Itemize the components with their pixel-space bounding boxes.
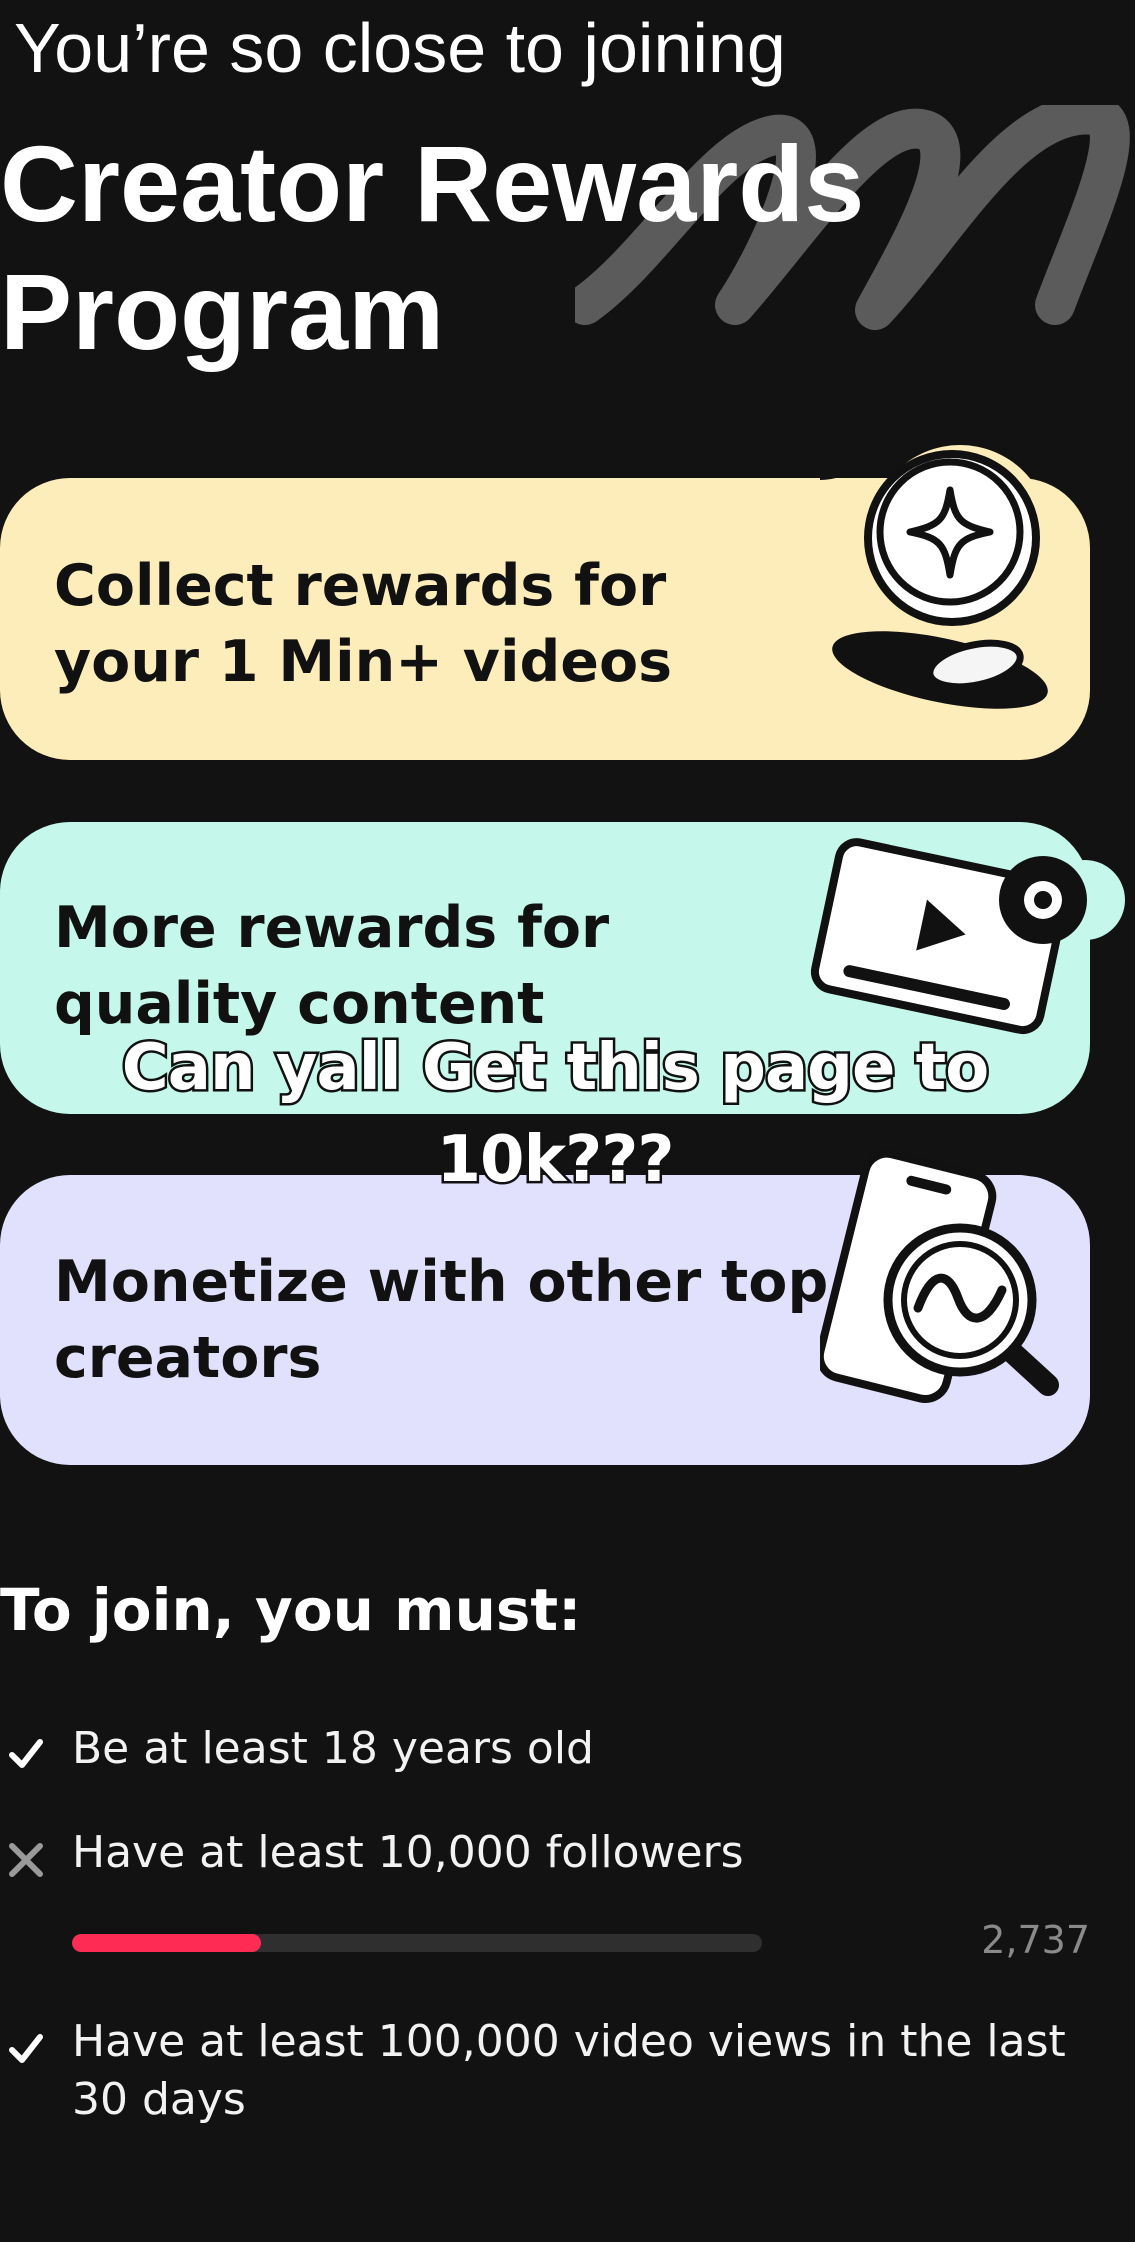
followers-progress-fill: [72, 1934, 261, 1952]
requirement-age-line-1: Be at least 18 years old: [72, 1723, 594, 1774]
requirement-followers: Have at least 10,000 followers: [0, 1824, 1135, 1884]
followers-progress-bar: [72, 1934, 762, 1952]
benefit-card-monetize-line-2: creators: [54, 1325, 322, 1391]
requirement-age-text: Be at least 18 years old: [72, 1720, 594, 1778]
benefit-card-rewards-text: Collect rewards for your 1 Min+ videos: [54, 548, 672, 700]
check-icon: [9, 1739, 43, 1768]
page-title-line-2: Program: [0, 251, 445, 372]
requirement-views-line-2: 30 days: [72, 2074, 246, 2125]
overlay-caption-line-2: 10k???: [434, 1121, 677, 1200]
overlay-caption-line-1: Can yall Get this page to: [119, 1029, 991, 1108]
benefit-card-rewards-line-1: Collect rewards for: [54, 553, 667, 619]
benefit-card-quality-line-1: More rewards for: [54, 895, 610, 961]
benefit-card-monetize-line-1: Monetize with other top: [54, 1249, 829, 1315]
requirements-heading: To join, you must:: [0, 1576, 582, 1644]
video-play-icon: [810, 838, 1125, 1035]
x-icon: [9, 1843, 43, 1877]
benefit-card-rewards-line-2: your 1 Min+ videos: [54, 629, 673, 695]
page-title-line-1: Creator Rewards: [0, 123, 865, 244]
page-subtitle: You’re so close to joining: [14, 9, 786, 87]
overlay-caption: Can yall Get this page to 10k???: [40, 1022, 1070, 1206]
requirement-views-text: Have at least 100,000 video views in the…: [72, 2013, 1066, 2129]
page-title: Creator Rewards Program: [0, 120, 864, 376]
requirement-followers-text: Have at least 10,000 followers: [72, 1824, 744, 1882]
check-icon: [9, 2034, 43, 2063]
benefit-card-quality-text: More rewards for quality content: [54, 890, 609, 1042]
requirement-views-line-1: Have at least 100,000 video views in the…: [72, 2016, 1066, 2067]
followers-count: 2,737: [981, 1918, 1090, 1962]
benefit-card-monetize-text: Monetize with other top creators: [54, 1244, 828, 1396]
requirement-views: Have at least 100,000 video views in the…: [0, 2013, 1135, 2133]
coin-icon: [820, 420, 1090, 709]
requirement-age: Be at least 18 years old: [0, 1720, 1135, 1780]
requirement-followers-line-1: Have at least 10,000 followers: [72, 1827, 744, 1878]
